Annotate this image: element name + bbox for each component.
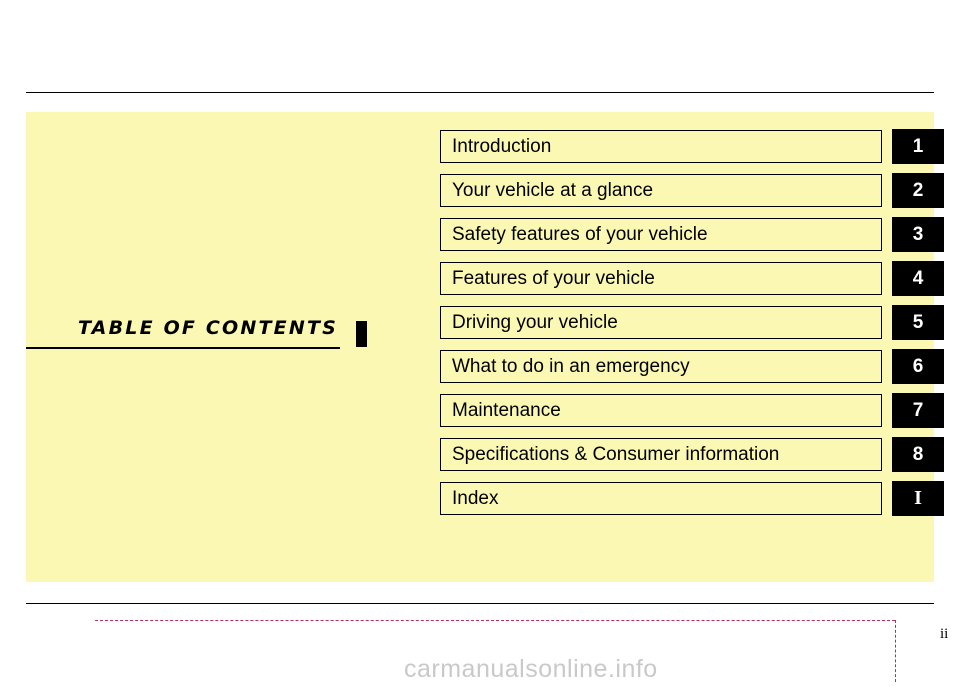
chapter-title[interactable]: Specifications & Consumer information (440, 438, 882, 471)
list-item[interactable]: Specifications & Consumer information 8 (440, 437, 944, 472)
footer-guide-horizontal (95, 620, 895, 621)
chapter-title[interactable]: Introduction (440, 130, 882, 163)
chapter-tab[interactable]: 8 (892, 437, 944, 472)
watermark: carmanualsonline.info (404, 655, 658, 683)
list-item[interactable]: Maintenance 7 (440, 393, 944, 428)
list-item[interactable]: Driving your vehicle 5 (440, 305, 944, 340)
chapter-title[interactable]: Your vehicle at a glance (440, 174, 882, 207)
page-number: ii (940, 626, 949, 642)
chapter-tab[interactable]: 5 (892, 305, 944, 340)
list-item[interactable]: Index I (440, 481, 944, 516)
bottom-divider (26, 603, 934, 604)
list-item[interactable]: Safety features of your vehicle 3 (440, 217, 944, 252)
chapter-title[interactable]: What to do in an emergency (440, 350, 882, 383)
chapter-tab[interactable]: I (892, 481, 944, 516)
chapter-tab[interactable]: 7 (892, 393, 944, 428)
list-item[interactable]: Introduction 1 (440, 129, 944, 164)
chapter-title[interactable]: Safety features of your vehicle (440, 218, 882, 251)
list-item[interactable]: What to do in an emergency 6 (440, 349, 944, 384)
chapter-list: Introduction 1 Your vehicle at a glance … (440, 129, 944, 526)
chapter-tab[interactable]: 1 (892, 129, 944, 164)
document-page: TABLE OF CONTENTS Introduction 1 Your ve… (0, 0, 960, 689)
chapter-tab[interactable]: 3 (892, 217, 944, 252)
chapter-title[interactable]: Driving your vehicle (440, 306, 882, 339)
chapter-tab[interactable]: 6 (892, 349, 944, 384)
top-divider (26, 92, 934, 93)
chapter-title[interactable]: Index (440, 482, 882, 515)
toc-heading-group: TABLE OF CONTENTS (26, 312, 376, 356)
list-item[interactable]: Your vehicle at a glance 2 (440, 173, 944, 208)
page-title: TABLE OF CONTENTS (78, 317, 339, 339)
heading-marker-block (356, 321, 367, 347)
heading-underline (26, 347, 340, 349)
chapter-title[interactable]: Features of your vehicle (440, 262, 882, 295)
list-item[interactable]: Features of your vehicle 4 (440, 261, 944, 296)
footer-guide-vertical (895, 620, 896, 682)
chapter-tab[interactable]: 2 (892, 173, 944, 208)
chapter-title[interactable]: Maintenance (440, 394, 882, 427)
chapter-tab[interactable]: 4 (892, 261, 944, 296)
